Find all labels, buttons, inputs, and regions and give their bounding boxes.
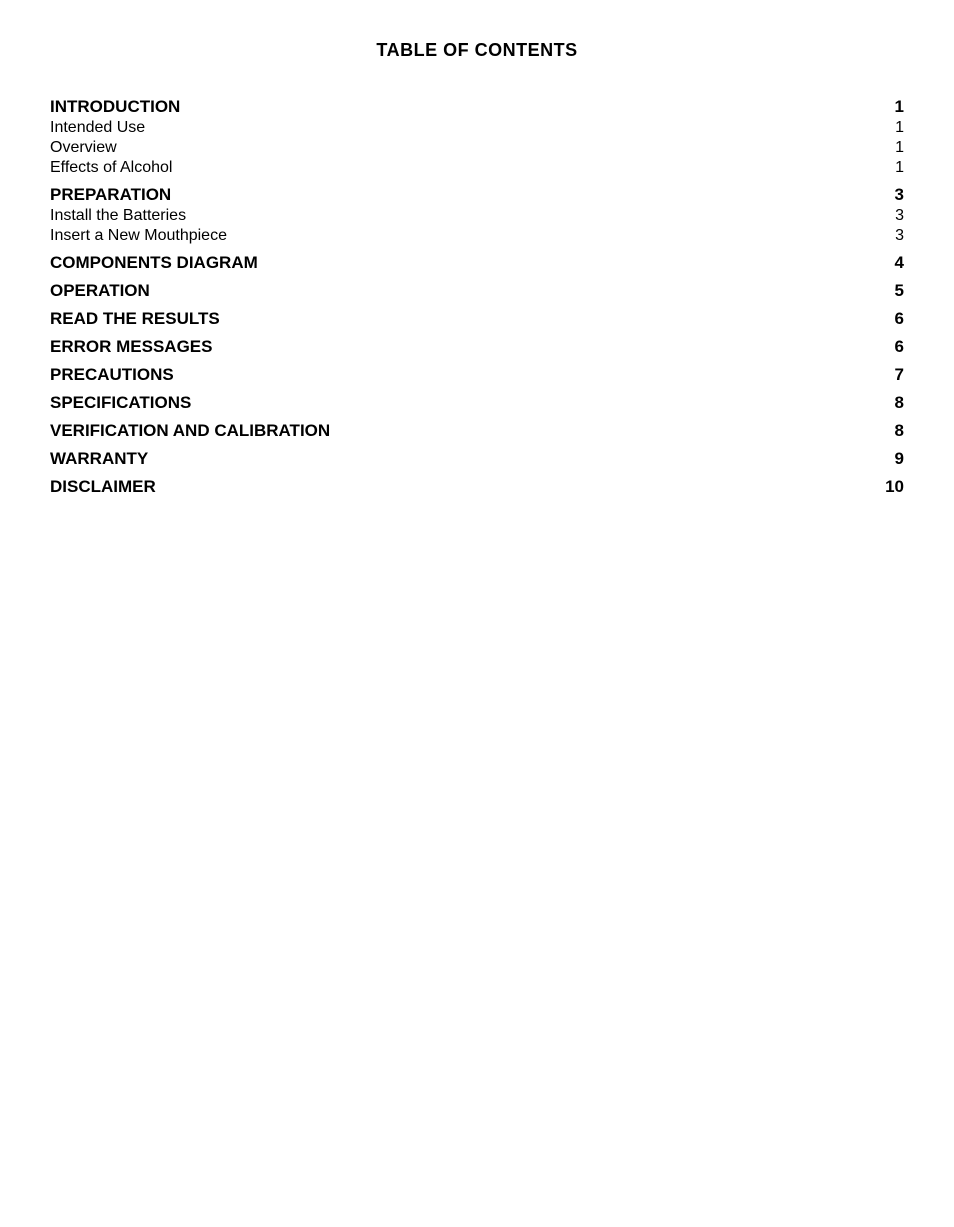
toc-main-label-4: READ THE RESULTS (50, 309, 874, 329)
toc-section-4: READ THE RESULTS6 (50, 309, 904, 329)
toc-main-entry-5: ERROR MESSAGES6 (50, 337, 904, 357)
toc-main-entry-4: READ THE RESULTS6 (50, 309, 904, 329)
toc-main-label-7: SPECIFICATIONS (50, 393, 874, 413)
toc-main-label-6: PRECAUTIONS (50, 365, 874, 385)
toc-sub-label-0-2: Effects of Alcohol (50, 159, 874, 177)
toc-main-entry-1: PREPARATION3 (50, 185, 904, 205)
toc-sub-label-1-0: Install the Batteries (50, 207, 874, 225)
page-title: TABLE OF CONTENTS (50, 40, 904, 61)
toc-main-page-1: 3 (874, 185, 904, 205)
toc-sub-entry-1-1: Insert a New Mouthpiece3 (50, 227, 904, 245)
toc-sub-page-0-1: 1 (874, 139, 904, 157)
toc-section-1: PREPARATION3Install the Batteries3Insert… (50, 185, 904, 245)
toc-section-3: OPERATION5 (50, 281, 904, 301)
toc-main-page-7: 8 (874, 393, 904, 413)
toc-sub-entry-0-1: Overview1 (50, 139, 904, 157)
toc-main-entry-7: SPECIFICATIONS8 (50, 393, 904, 413)
toc-main-page-5: 6 (874, 337, 904, 357)
toc-main-entry-9: WARRANTY9 (50, 449, 904, 469)
toc-main-page-0: 1 (874, 97, 904, 117)
toc-section-2: COMPONENTS DIAGRAM4 (50, 253, 904, 273)
toc-main-page-3: 5 (874, 281, 904, 301)
toc-section-6: PRECAUTIONS7 (50, 365, 904, 385)
toc-main-label-8: VERIFICATION AND CALIBRATION (50, 421, 874, 441)
toc-sub-label-0-0: Intended Use (50, 119, 874, 137)
toc-main-page-9: 9 (874, 449, 904, 469)
toc-main-label-1: PREPARATION (50, 185, 874, 205)
toc-sub-entry-0-0: Intended Use1 (50, 119, 904, 137)
toc-sub-label-0-1: Overview (50, 139, 874, 157)
toc-sub-page-1-0: 3 (874, 207, 904, 225)
toc-sub-entry-1-0: Install the Batteries3 (50, 207, 904, 225)
toc-main-entry-8: VERIFICATION AND CALIBRATION8 (50, 421, 904, 441)
toc-main-entry-2: COMPONENTS DIAGRAM4 (50, 253, 904, 273)
toc-main-label-3: OPERATION (50, 281, 874, 301)
toc-section-10: DISCLAIMER10 (50, 477, 904, 497)
toc-main-page-2: 4 (874, 253, 904, 273)
toc-sub-page-0-0: 1 (874, 119, 904, 137)
toc-main-entry-0: INTRODUCTION1 (50, 97, 904, 117)
toc-section-8: VERIFICATION AND CALIBRATION8 (50, 421, 904, 441)
toc-section-0: INTRODUCTION1Intended Use1Overview1Effec… (50, 97, 904, 177)
toc-main-page-10: 10 (874, 477, 904, 497)
toc-sub-page-1-1: 3 (874, 227, 904, 245)
toc-main-label-5: ERROR MESSAGES (50, 337, 874, 357)
toc-main-entry-10: DISCLAIMER10 (50, 477, 904, 497)
toc-main-page-4: 6 (874, 309, 904, 329)
toc-container: INTRODUCTION1Intended Use1Overview1Effec… (50, 97, 904, 497)
toc-sub-entry-0-2: Effects of Alcohol1 (50, 159, 904, 177)
toc-main-page-6: 7 (874, 365, 904, 385)
toc-section-7: SPECIFICATIONS8 (50, 393, 904, 413)
toc-main-page-8: 8 (874, 421, 904, 441)
toc-main-label-0: INTRODUCTION (50, 97, 874, 117)
toc-main-label-10: DISCLAIMER (50, 477, 874, 497)
toc-section-9: WARRANTY9 (50, 449, 904, 469)
toc-sub-page-0-2: 1 (874, 159, 904, 177)
toc-main-entry-6: PRECAUTIONS7 (50, 365, 904, 385)
toc-main-entry-3: OPERATION5 (50, 281, 904, 301)
toc-section-5: ERROR MESSAGES6 (50, 337, 904, 357)
toc-sub-label-1-1: Insert a New Mouthpiece (50, 227, 874, 245)
toc-main-label-9: WARRANTY (50, 449, 874, 469)
toc-main-label-2: COMPONENTS DIAGRAM (50, 253, 874, 273)
